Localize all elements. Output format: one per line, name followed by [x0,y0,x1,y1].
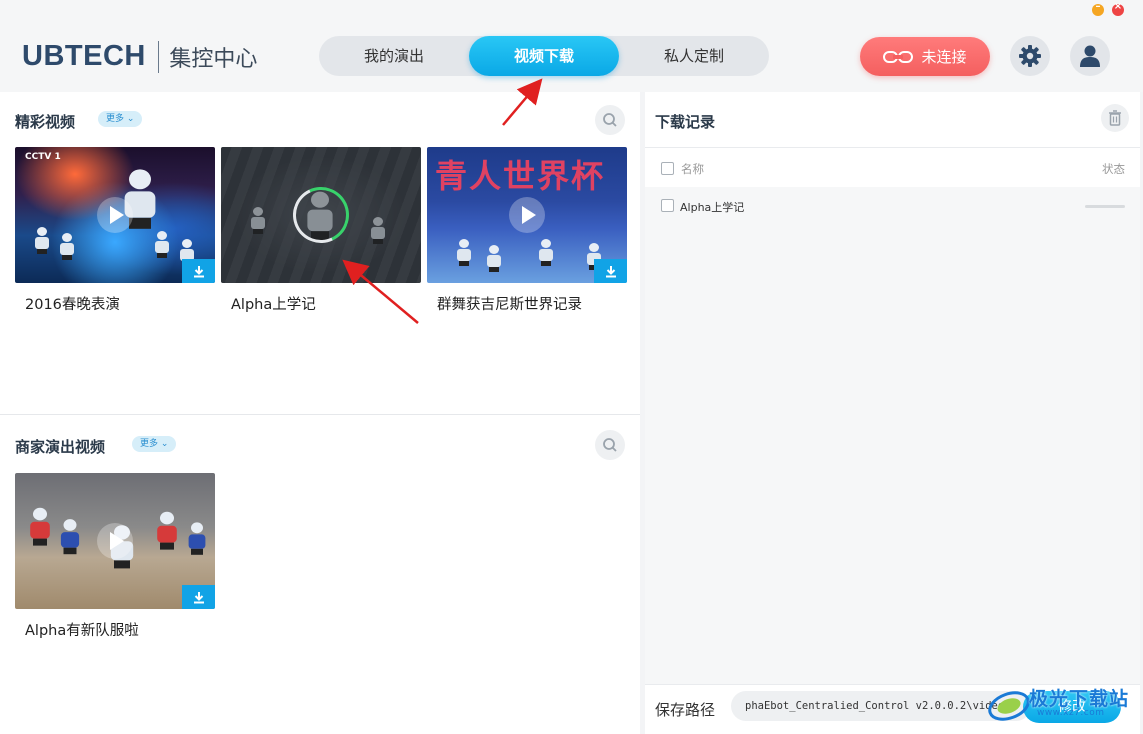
select-all-checkbox[interactable] [661,162,674,175]
robot-figure [155,231,169,258]
video-thumbnail[interactable]: 青人世界杯 [427,147,627,283]
featured-section: 精彩视频 更多 ⌄ CCTV 1 2016春晚表演 Alpha上学记 青人世界杯… [0,92,640,415]
close-button[interactable]: × [1112,1,1124,16]
featured-search-button[interactable] [595,105,625,135]
unlink-icon [883,50,914,63]
user-button[interactable] [1070,36,1110,76]
download-panel: 下载记录 名称 状态 Alpha上学记 保存路径 phaEbot_Central… [645,92,1140,734]
row-checkbox[interactable] [661,199,674,212]
robot-figure [487,245,501,272]
featured-title: 精彩视频 [15,113,76,131]
robot-figure [457,239,471,266]
robot-figure [30,507,50,546]
minimize-button[interactable]: – [1092,1,1104,16]
download-table-header: 名称 状态 [645,147,1140,187]
download-icon [193,591,204,603]
video-title: 2016春晚表演 [25,297,120,313]
tab-custom[interactable]: 私人定制 [619,36,769,76]
play-icon[interactable] [97,523,133,559]
video-title: 群舞获吉尼斯世界记录 [437,297,582,313]
robot-figure [539,239,553,266]
logo-brand: UBTECH [22,40,146,72]
merchant-more-label: 更多 [140,439,159,449]
gear-icon [1019,45,1041,67]
video-card[interactable]: 青人世界杯 群舞获吉尼斯世界记录 [427,147,627,314]
app-logo: UBTECH 集控中心 [22,40,257,73]
merchant-title: 商家演出视频 [15,438,106,456]
site-watermark: 极光下载站 www.xz7.com [985,680,1143,734]
main-tabs: 我的演出 视频下载 私人定制 [319,36,769,76]
video-card[interactable]: Alpha有新队服啦 [15,473,215,640]
title-bar: – × UBTECH 集控中心 我的演出 视频下载 私人定制 未连接 [0,0,1143,92]
featured-more-label: 更多 [106,114,125,124]
video-title: Alpha有新队服啦 [25,623,139,639]
logo-subtitle: 集控中心 [169,46,258,72]
merchant-more-button[interactable]: 更多 ⌄ [132,436,177,452]
video-thumbnail[interactable]: CCTV 1 [15,147,215,283]
settings-button[interactable] [1010,36,1050,76]
row-progress-bar [1085,205,1125,208]
play-icon[interactable] [97,197,133,233]
video-thumbnail[interactable] [221,147,421,283]
merchant-section: 商家演出视频 更多 ⌄ Alpha有新队服啦 [0,417,640,734]
watermark-text: 极光下载站 [1029,688,1130,710]
search-icon [603,113,617,127]
search-icon [603,438,617,452]
column-status: 状态 [1102,162,1125,176]
tab-my-performance[interactable]: 我的演出 [319,36,469,76]
download-button[interactable] [594,259,627,283]
close-icon: × [1113,1,1123,12]
user-icon [1080,45,1100,67]
table-row[interactable]: Alpha上学记 [645,187,1140,225]
chevron-down-icon: ⌄ [126,114,135,124]
video-card[interactable]: Alpha上学记 [221,147,421,314]
download-list: Alpha上学记 [645,187,1140,684]
featured-more-button[interactable]: 更多 ⌄ [98,111,143,127]
clear-records-button[interactable] [1101,104,1129,132]
play-icon[interactable] [509,197,545,233]
video-card[interactable]: CCTV 1 2016春晚表演 [15,147,215,314]
download-icon [193,265,204,277]
tab-video-download[interactable]: 视频下载 [469,36,619,76]
download-icon [605,265,616,277]
minimize-icon: – [1095,1,1101,12]
connect-button[interactable]: 未连接 [860,37,990,76]
trash-icon [1109,110,1121,126]
robot-figure [188,522,206,555]
banner-text: 青人世界杯 [435,157,606,195]
row-name: Alpha上学记 [680,201,745,214]
chevron-down-icon: ⌄ [160,439,169,449]
merchant-search-button[interactable] [595,430,625,460]
download-button[interactable] [182,585,215,609]
robot-figure [60,519,80,555]
watermark-logo [988,691,1030,721]
logo-divider [157,40,160,73]
video-thumbnail[interactable] [15,473,215,609]
column-name: 名称 [681,162,704,176]
channel-logo: CCTV 1 [25,152,61,162]
watermark-url: www.xz7.com [1037,708,1105,718]
download-button[interactable] [182,259,215,283]
video-title: Alpha上学记 [231,297,316,313]
robot-figure [157,511,177,550]
download-panel-title: 下载记录 [655,113,716,131]
save-path-label: 保存路径 [655,701,716,719]
connect-label: 未连接 [921,48,967,66]
video-panel: 精彩视频 更多 ⌄ CCTV 1 2016春晚表演 Alpha上学记 青人世界杯… [0,92,640,734]
robot-figure [60,233,74,260]
robot-figure [35,227,49,254]
